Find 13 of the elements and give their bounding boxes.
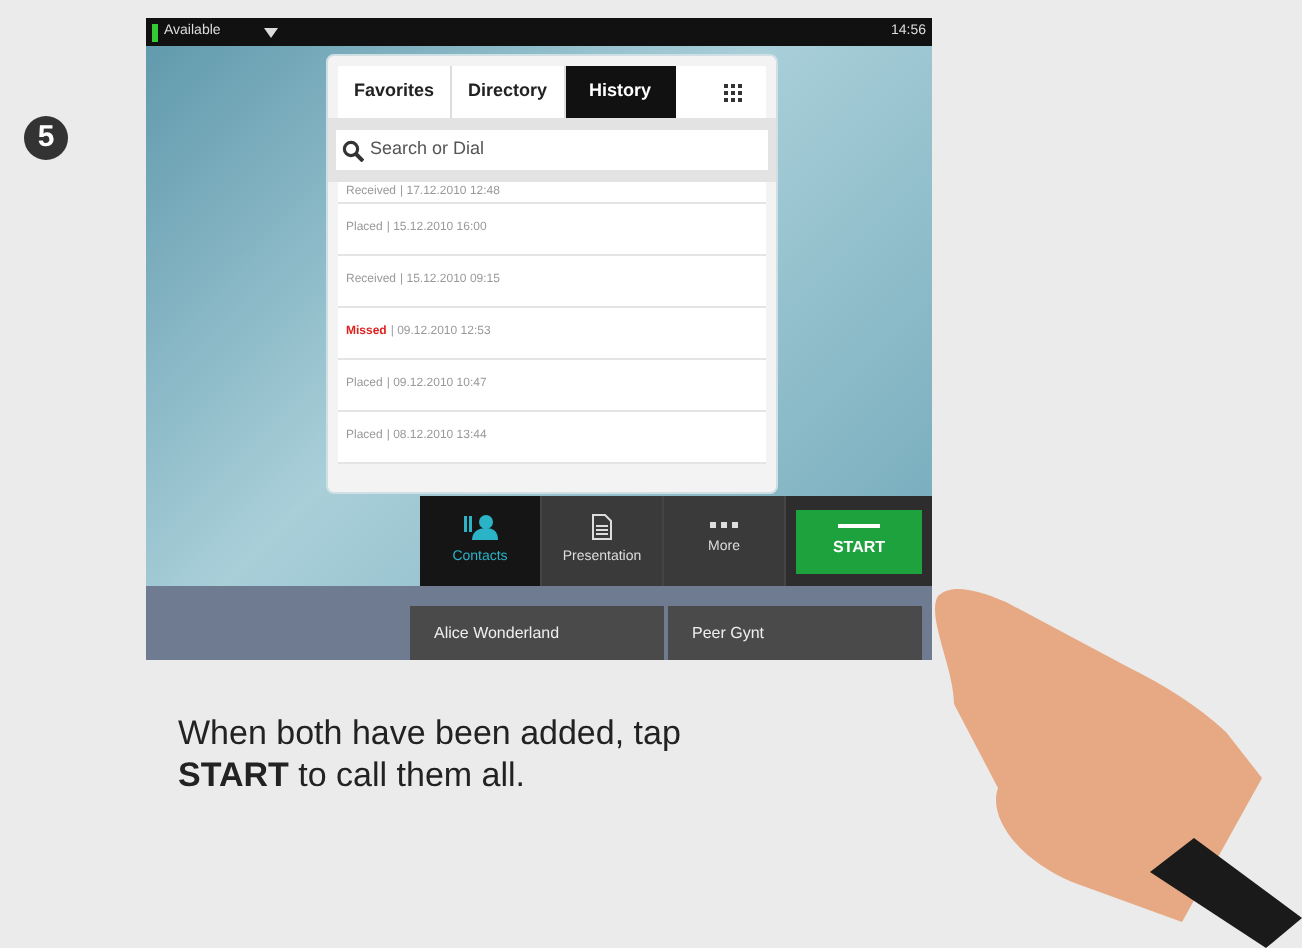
more-icon: [710, 522, 738, 531]
instruction-text: When both have been added, tap START to call them all.: [178, 712, 683, 796]
step-number: 5: [24, 116, 68, 160]
tab[interactable]: History: [565, 66, 676, 118]
participant-tile[interactable]: Alice Wonderland: [410, 606, 664, 660]
search-field[interactable]: Search or Dial: [336, 130, 768, 170]
search-icon: [342, 139, 364, 161]
document-icon: [592, 513, 612, 540]
presence-indicator: [152, 23, 158, 41]
dropdown-icon[interactable]: [264, 27, 279, 37]
keypad-icon[interactable]: [724, 83, 742, 101]
participant-tile[interactable]: Peer Gynt: [668, 606, 922, 660]
contacts-icon: [463, 513, 497, 540]
